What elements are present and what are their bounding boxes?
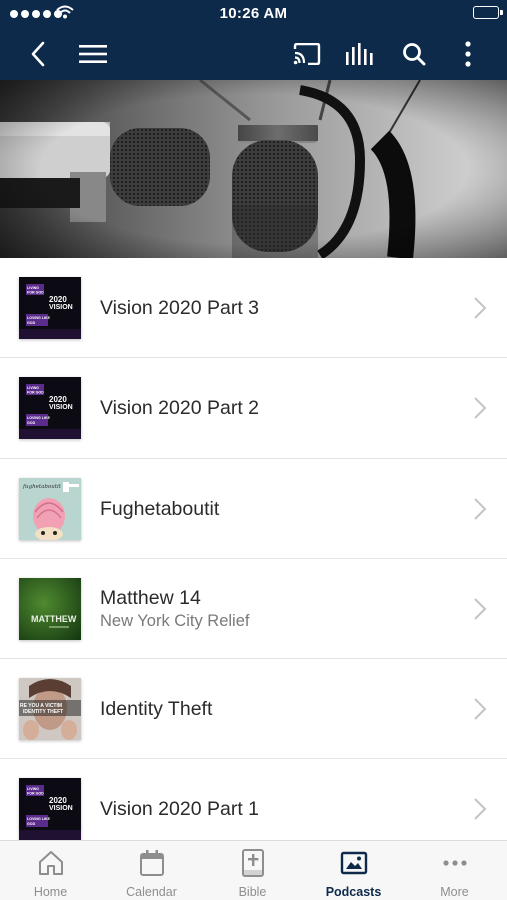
podcast-episode-list: LIVING FOR GOD 2020 VISION LOVING LIKE G… [0, 258, 507, 860]
episode-artwork: LIVING FOR GOD 2020 VISION LOVING LIKE G… [19, 778, 81, 841]
top-bar: 10:26 AM [0, 0, 507, 80]
chevron-right-icon [474, 698, 487, 720]
tab-podcasts[interactable]: Podcasts [303, 841, 404, 900]
tab-home[interactable]: Home [0, 841, 101, 900]
chevron-right-icon [474, 497, 487, 520]
episode-row[interactable]: RE YOU A VICTIM IDENTITY THEFT Identity … [0, 659, 507, 760]
svg-text:VISION: VISION [49, 304, 73, 311]
svg-text:GOD: GOD [27, 822, 36, 826]
vertical-dots-icon [465, 41, 471, 67]
podcasts-image-icon [340, 851, 367, 875]
navigation-bar [0, 28, 507, 80]
search-button[interactable] [394, 38, 434, 70]
episode-artwork: LIVING FOR GOD 2020 VISION LOVING LIKE G… [19, 277, 81, 339]
chevron-right-icon [474, 297, 487, 319]
hamburger-menu-icon [79, 45, 107, 63]
episode-title: Vision 2020 Part 3 [100, 297, 259, 319]
audio-button[interactable] [340, 38, 380, 70]
audio-bars-icon [346, 43, 373, 65]
cast-icon [293, 43, 321, 65]
episode-row[interactable]: LIVING FOR GOD 2020 VISION LOVING LIKE G… [0, 258, 507, 359]
chevron-right-icon [474, 397, 487, 420]
tab-label: Podcasts [325, 885, 382, 899]
episode-artwork: LIVING FOR GOD 2020 VISION LOVING LIKE G… [19, 377, 81, 440]
svg-text:LOVING LIKE: LOVING LIKE [27, 416, 51, 420]
svg-text:LOVING LIKE: LOVING LIKE [27, 316, 51, 320]
svg-text:IDENTITY THEFT: IDENTITY THEFT [23, 709, 63, 715]
svg-text:VISION: VISION [49, 805, 73, 812]
svg-text:LIVING: LIVING [27, 787, 39, 791]
episode-title: Identity Theft [100, 698, 213, 721]
episode-subtitle: New York City Relief [100, 611, 250, 630]
battery-icon [473, 6, 503, 19]
episode-title: Vision 2020 Part 2 [100, 397, 259, 420]
microphone-photo [0, 80, 507, 258]
chevron-right-icon [474, 598, 487, 620]
chevron-right-icon [474, 798, 487, 821]
episode-row[interactable]: fughetaboutit Fughetaboutit [0, 458, 507, 559]
tab-label: Calendar [126, 885, 177, 899]
episode-row[interactable]: MATTHEW Matthew 14 New York City Relief [0, 558, 507, 660]
svg-text:FOR GOD: FOR GOD [27, 792, 44, 796]
episode-row[interactable]: LIVING FOR GOD 2020 VISION LOVING LIKE G… [0, 358, 507, 459]
chevron-left-icon [31, 41, 45, 67]
podcast-header-image [0, 80, 507, 258]
episode-artwork: MATTHEW [19, 577, 81, 640]
tab-bar: Home Calendar Bible Podcasts More [0, 840, 507, 900]
search-icon [403, 43, 426, 66]
tab-label: Bible [238, 885, 267, 899]
svg-text:LIVING: LIVING [27, 386, 39, 390]
back-button[interactable] [18, 38, 58, 70]
bible-icon [241, 849, 264, 877]
status-bar: 10:26 AM [0, 0, 507, 28]
svg-text:MATTHEW: MATTHEW [31, 614, 77, 624]
episode-artwork: RE YOU A VICTIM IDENTITY THEFT [19, 678, 81, 741]
more-dots-icon [442, 860, 467, 866]
home-icon [38, 851, 63, 875]
cast-button[interactable] [287, 38, 327, 70]
svg-text:LIVING: LIVING [27, 286, 39, 290]
menu-button[interactable] [73, 38, 113, 70]
svg-text:2020: 2020 [49, 796, 67, 805]
tab-calendar[interactable]: Calendar [101, 841, 202, 900]
episode-title: Vision 2020 Part 1 [100, 798, 259, 821]
svg-text:FOR GOD: FOR GOD [27, 291, 44, 295]
svg-text:2020: 2020 [49, 395, 67, 404]
svg-text:LOVING LIKE: LOVING LIKE [27, 817, 51, 821]
tab-label: Home [33, 885, 68, 899]
status-time: 10:26 AM [219, 5, 288, 22]
svg-text:GOD: GOD [27, 421, 36, 425]
episode-artwork: fughetaboutit [19, 477, 81, 540]
svg-text:FOR GOD: FOR GOD [27, 391, 44, 395]
svg-text:fughetaboutit: fughetaboutit [22, 484, 62, 490]
more-options-button[interactable] [448, 38, 488, 70]
calendar-icon [139, 850, 164, 876]
svg-text:VISION: VISION [49, 404, 73, 411]
tab-label: More [440, 885, 469, 899]
svg-text:2020: 2020 [49, 295, 67, 304]
tab-bible[interactable]: Bible [202, 841, 303, 900]
episode-title: Matthew 14 [100, 586, 201, 609]
episode-title: Fughetaboutit [100, 497, 220, 520]
tab-more[interactable]: More [404, 841, 505, 900]
svg-text:GOD: GOD [27, 321, 36, 325]
